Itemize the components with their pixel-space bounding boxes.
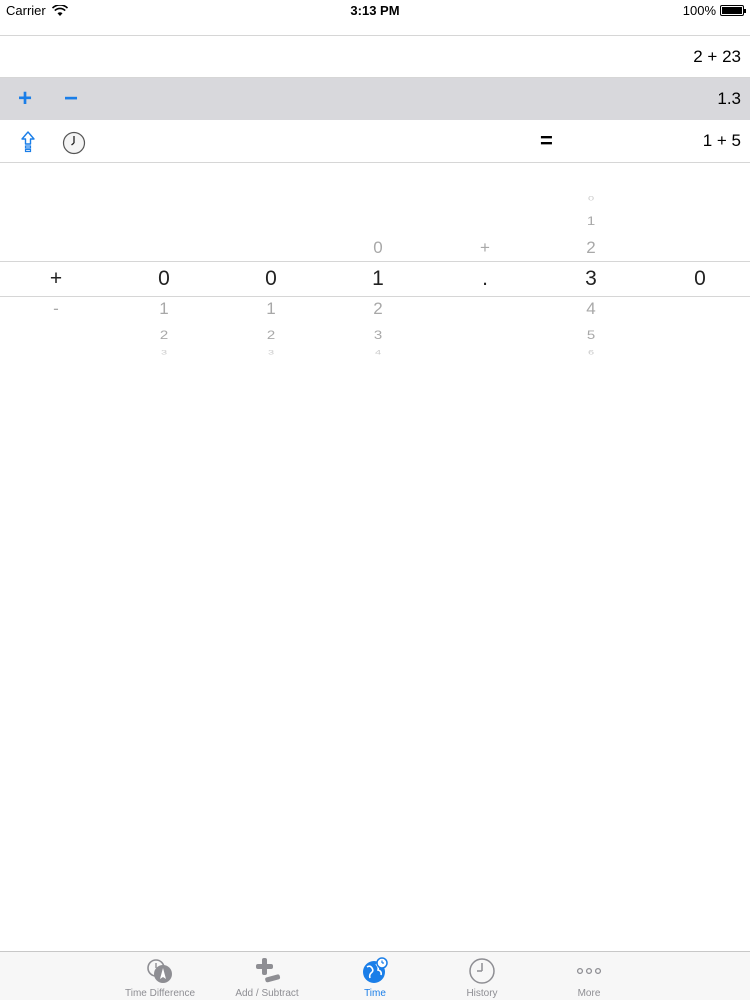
expression-row-3[interactable]: = 1 + 5 <box>0 120 750 163</box>
picker-item: 5 <box>586 328 596 343</box>
plus-button[interactable]: + <box>18 78 32 120</box>
tab-label: Time <box>364 988 386 999</box>
history-clock-icon <box>469 958 495 984</box>
tab-more[interactable]: More <box>539 952 639 1001</box>
picker-item: 1 <box>586 214 596 229</box>
tab-label: Time Difference <box>124 988 196 999</box>
row1-value: 2 + 23 <box>693 46 741 66</box>
picker-selected-item: 0 <box>694 267 706 290</box>
number-picker[interactable]: + - 0 1 2 3 0 1 2 3 0 1 2 3 4 + . 0 1 2 … <box>0 163 750 373</box>
picker-item: - <box>53 299 59 318</box>
row2-value: 1.3 <box>717 89 741 108</box>
more-dots-icon <box>576 967 602 975</box>
picker-item: 0 <box>587 195 595 203</box>
picker-item: 0 <box>373 238 383 257</box>
picker-item: 4 <box>586 299 596 318</box>
status-bar: Carrier 3:13 PM 100% <box>0 0 750 22</box>
picker-selected-item: . <box>482 267 488 290</box>
minus-button[interactable]: − <box>64 78 78 120</box>
tab-history[interactable]: History <box>432 952 532 1001</box>
status-time: 3:13 PM <box>350 3 400 18</box>
tab-time[interactable]: Time <box>325 952 425 1001</box>
battery-percent: 100% <box>682 3 716 18</box>
expression-row-1[interactable]: 2 + 23 <box>0 35 750 78</box>
tab-add-subtract[interactable]: Add / Subtract <box>217 952 317 1001</box>
tab-bar: Time Difference Add / Subtract Time Hist… <box>0 951 750 1000</box>
time-difference-icon <box>147 959 172 983</box>
picker-selected-item: 0 <box>265 267 277 290</box>
time-globe-icon <box>363 957 388 983</box>
picker-selected-item: 1 <box>372 267 384 290</box>
picker-item: 1 <box>266 299 276 318</box>
picker-item: 3 <box>267 349 275 357</box>
picker-item: 2 <box>159 328 169 343</box>
picker-item: 6 <box>587 349 595 357</box>
tab-label: History <box>466 988 498 999</box>
picker-item: 2 <box>586 238 596 257</box>
row3-value: 1 + 5 <box>702 131 741 150</box>
picker-selected-item: 3 <box>585 267 597 290</box>
picker-selection-top-line <box>0 261 750 262</box>
picker-item: 2 <box>373 299 383 318</box>
share-up-arrow-icon[interactable] <box>20 131 36 153</box>
picker-item: 3 <box>373 328 383 343</box>
picker-selected-item: 0 <box>158 267 170 290</box>
picker-item: + <box>480 238 490 257</box>
battery-icon <box>720 5 746 16</box>
picker-item: 4 <box>374 349 382 357</box>
add-subtract-icon <box>256 958 281 983</box>
tab-label: Add / Subtract <box>235 988 299 999</box>
clock-icon[interactable] <box>62 131 86 155</box>
picker-selected-item: + <box>49 267 63 290</box>
battery-group: 100% <box>682 3 746 18</box>
picker-item: 3 <box>160 349 168 357</box>
tab-label: More <box>577 988 601 999</box>
equals-button[interactable]: = <box>540 120 553 162</box>
tab-time-difference[interactable]: Time Difference <box>110 952 210 1001</box>
picker-item: 2 <box>266 328 276 343</box>
expression-row-2[interactable]: + − 1.3 <box>0 78 750 120</box>
picker-selection-bottom-line <box>0 296 750 297</box>
picker-item: 1 <box>159 299 169 318</box>
